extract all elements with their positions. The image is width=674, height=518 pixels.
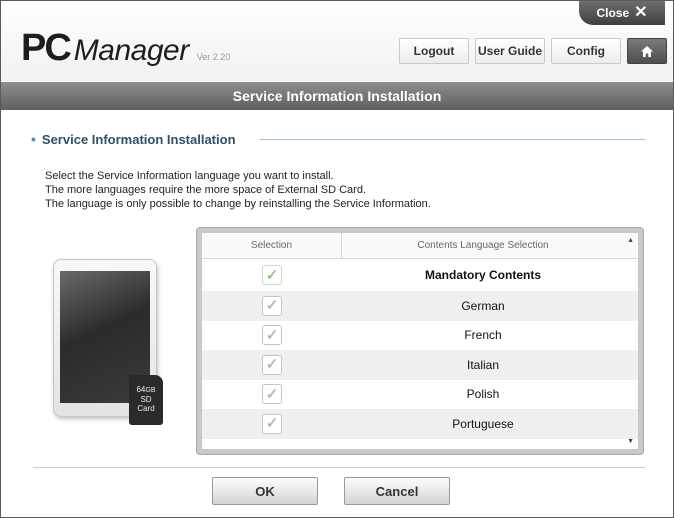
german-checkbox[interactable]: ✓ — [262, 295, 282, 316]
section-header: • Service Information Installation — [31, 129, 645, 149]
app-logo: PC Manager Ver 2.20 — [21, 27, 231, 69]
page-title: Service Information Installation — [232, 88, 442, 104]
sd-card-label: SD — [140, 395, 152, 404]
home-button[interactable] — [627, 38, 667, 64]
mandatory-checkbox: ✓ — [262, 265, 282, 285]
pc-manager-window: Close ✕ PC Manager Ver 2.20 Logout User … — [0, 0, 674, 518]
section-bullet-icon: • — [31, 131, 36, 147]
sd-card-capacity: 64GB — [136, 385, 156, 394]
ok-button[interactable]: OK — [212, 477, 318, 505]
row-label: Portuguese — [452, 416, 514, 431]
logo-pc-text: PC — [21, 27, 72, 69]
section-title: Service Information Installation — [41, 131, 236, 147]
config-button[interactable]: Config — [551, 38, 621, 64]
sd-card-illustration: 64GB SD Card — [129, 375, 163, 425]
row-label: French — [464, 328, 502, 343]
language-table: Selection Contents Language Selection ✓ … — [202, 233, 638, 449]
column-header-selection: Selection — [202, 233, 342, 258]
table-row-mandatory: ✓ Mandatory Contents — [202, 259, 638, 291]
polish-checkbox[interactable]: ✓ — [262, 384, 282, 405]
table-row-german[interactable]: ✓ German — [202, 291, 638, 321]
scroll-up-arrow-icon[interactable]: ▲ — [627, 237, 634, 244]
logout-button[interactable]: Logout — [399, 38, 469, 64]
table-row-portuguese[interactable]: ✓ Portuguese — [202, 409, 638, 439]
row-label: Polish — [466, 387, 500, 402]
scroll-down-arrow-icon[interactable]: ▼ — [627, 438, 634, 445]
column-header-language: Contents Language Selection — [417, 240, 549, 251]
table-header: Selection Contents Language Selection — [202, 233, 638, 259]
row-label: Italian — [466, 357, 500, 372]
header: Close ✕ PC Manager Ver 2.20 Logout User … — [1, 1, 673, 81]
portuguese-checkbox[interactable]: ✓ — [262, 413, 282, 434]
table-row-italian[interactable]: ✓ Italian — [202, 350, 638, 380]
close-label: Close — [596, 6, 630, 20]
table-row-french[interactable]: ✓ French — [202, 321, 638, 351]
description-text: Select the Service Information language … — [45, 169, 645, 211]
description-line: The language is only possible to change … — [45, 198, 431, 210]
version-label: Ver 2.20 — [196, 52, 231, 62]
user-guide-button[interactable]: User Guide — [475, 38, 545, 64]
description-line: Select the Service Information language … — [45, 170, 334, 182]
row-label: Mandatory Contents — [424, 268, 541, 282]
close-icon: ✕ — [634, 4, 648, 21]
cancel-button[interactable]: Cancel — [344, 477, 450, 505]
page-titlebar: Service Information Installation — [1, 82, 673, 110]
table-row-polish[interactable]: ✓ Polish — [202, 380, 638, 410]
close-button[interactable]: Close ✕ — [579, 1, 665, 25]
home-icon — [641, 45, 653, 57]
row-label: German — [461, 298, 505, 313]
section-divider — [259, 138, 645, 140]
sd-card-label: Card — [137, 404, 155, 413]
italian-checkbox[interactable]: ✓ — [262, 354, 282, 375]
description-line: The more languages require the more spac… — [45, 184, 366, 196]
logo-manager-text: Manager — [73, 34, 189, 67]
language-table-frame: Selection Contents Language Selection ✓ … — [196, 227, 644, 455]
footer-divider — [33, 467, 645, 468]
french-checkbox[interactable]: ✓ — [262, 325, 282, 346]
